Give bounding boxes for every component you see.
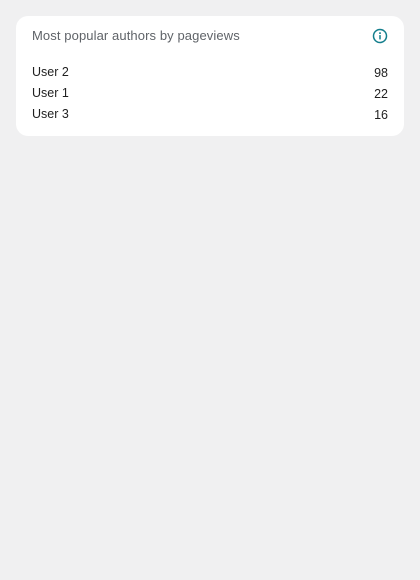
info-icon[interactable] [372,28,388,44]
card-title: Most popular authors by pageviews [32,28,240,43]
author-name: User 2 [32,65,69,79]
author-list: User 2 98 User 1 22 User 3 16 [32,62,388,125]
list-item: User 3 16 [32,104,388,125]
popular-authors-card: Most popular authors by pageviews User 2… [16,16,404,136]
list-item: User 2 98 [32,62,388,83]
card-header: Most popular authors by pageviews [32,28,388,44]
pageview-count: 98 [374,66,388,80]
author-name: User 1 [32,86,69,100]
list-item: User 1 22 [32,83,388,104]
author-name: User 3 [32,107,69,121]
pageview-count: 22 [374,87,388,101]
pageview-count: 16 [374,108,388,122]
